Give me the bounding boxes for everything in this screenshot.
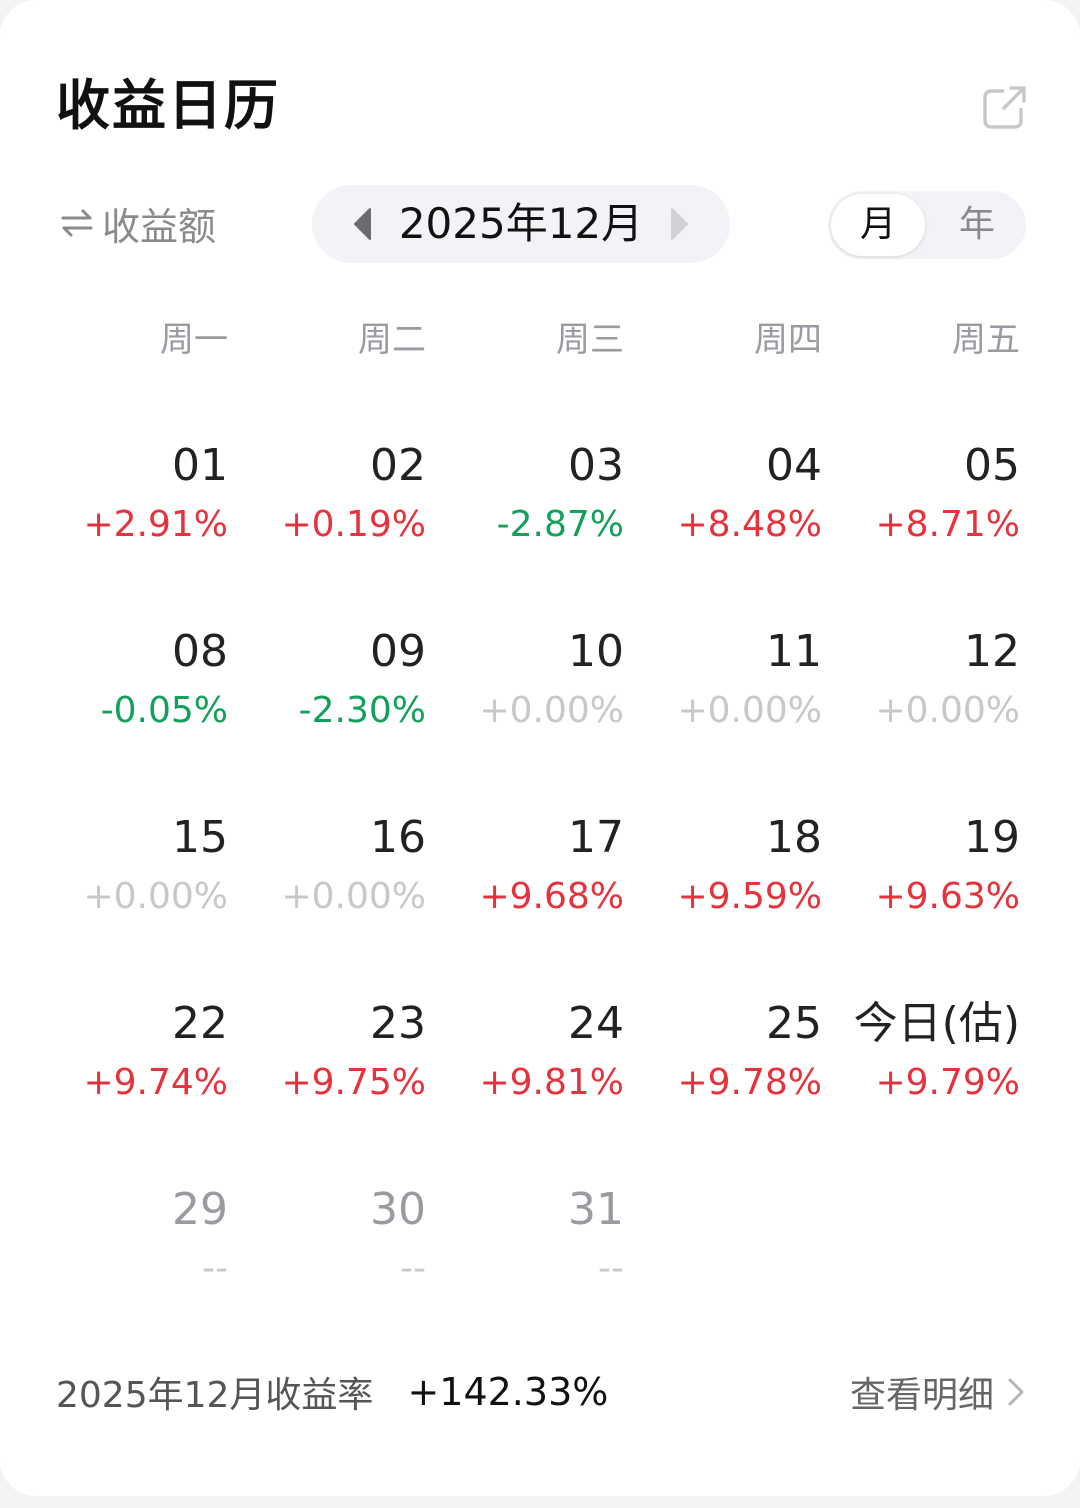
day-number: 10 — [568, 626, 624, 677]
day-number-today: 今日(估) — [853, 998, 1020, 1049]
day-return: +0.00% — [677, 690, 822, 731]
calendar-day-cell[interactable]: 01 +2.91% — [58, 438, 228, 578]
day-number: 02 — [370, 440, 426, 491]
day-number: 18 — [766, 812, 822, 863]
prev-month-button[interactable] — [345, 204, 379, 244]
day-number: 22 — [172, 998, 228, 1049]
day-return: -2.30% — [298, 690, 426, 731]
chevron-right-icon — [1008, 1378, 1024, 1406]
calendar-day-cell[interactable]: 11 +0.00% — [652, 624, 822, 764]
day-return: +2.91% — [83, 504, 228, 545]
day-return: +9.75% — [281, 1062, 426, 1103]
day-return: +9.59% — [677, 876, 822, 917]
calendar-day-cell[interactable]: 05 +8.71% — [850, 438, 1020, 578]
day-number: 17 — [568, 812, 624, 863]
day-return: +0.00% — [281, 876, 426, 917]
day-number: 11 — [766, 626, 822, 677]
calendar-day-cell[interactable]: 16 +0.00% — [256, 810, 426, 950]
calendar-day-cell[interactable]: 08 -0.05% — [58, 624, 228, 764]
day-return: +0.19% — [281, 504, 426, 545]
day-return: +9.78% — [677, 1062, 822, 1103]
day-number: 04 — [766, 440, 822, 491]
calendar-day-cell[interactable]: 29 -- — [58, 1182, 228, 1322]
monthly-return-label: 2025年12月收益率 — [56, 1375, 374, 1416]
day-number: 05 — [964, 440, 1020, 491]
calendar-day-cell[interactable]: 30 -- — [256, 1182, 426, 1322]
calendar-day-cell[interactable]: 15 +0.00% — [58, 810, 228, 950]
day-return: +9.74% — [83, 1062, 228, 1103]
weekday-header-wed: 周三 — [556, 320, 624, 360]
swap-arrows-icon — [61, 209, 93, 237]
triangle-left-icon — [353, 208, 371, 240]
weekday-header-thu: 周四 — [754, 320, 822, 360]
calendar-day-cell[interactable]: 12 +0.00% — [850, 624, 1020, 764]
day-return: +9.63% — [875, 876, 1020, 917]
calendar-day-cell[interactable]: 22 +9.74% — [58, 996, 228, 1136]
weekday-header-mon: 周一 — [160, 320, 228, 360]
calendar-day-cell-today[interactable]: 今日(估) +9.79% — [850, 996, 1020, 1136]
day-return: -0.05% — [100, 690, 228, 731]
weekday-header-tue: 周二 — [358, 320, 426, 360]
day-number: 29 — [172, 1184, 228, 1235]
day-return: +0.00% — [83, 876, 228, 917]
calendar-day-cell[interactable]: 09 -2.30% — [256, 624, 426, 764]
day-return: +0.00% — [479, 690, 624, 731]
day-number: 01 — [172, 440, 228, 491]
page-title: 收益日历 — [56, 74, 280, 137]
share-external-icon[interactable] — [982, 84, 1028, 130]
current-month-label[interactable]: 2025年12月 — [399, 185, 643, 263]
day-number: 24 — [568, 998, 624, 1049]
day-return: +9.79% — [875, 1062, 1020, 1103]
day-number: 25 — [766, 998, 822, 1049]
period-switch: 月 年 — [828, 191, 1026, 259]
day-number: 16 — [370, 812, 426, 863]
calendar-day-cell[interactable]: 03 -2.87% — [454, 438, 624, 578]
day-number: 23 — [370, 998, 426, 1049]
next-month-button[interactable] — [663, 204, 697, 244]
day-number: 12 — [964, 626, 1020, 677]
day-return: -- — [202, 1248, 228, 1289]
day-return: +8.71% — [875, 504, 1020, 545]
day-number: 30 — [370, 1184, 426, 1235]
day-number: 08 — [172, 626, 228, 677]
calendar-day-cell[interactable]: 24 +9.81% — [454, 996, 624, 1136]
calendar-day-cell[interactable]: 31 -- — [454, 1182, 624, 1322]
day-return: +8.48% — [677, 504, 822, 545]
day-return: -- — [400, 1248, 426, 1289]
weekday-header-fri: 周五 — [952, 320, 1020, 360]
calendar-day-cell[interactable]: 25 +9.78% — [652, 996, 822, 1136]
day-return: +0.00% — [875, 690, 1020, 731]
day-number: 15 — [172, 812, 228, 863]
calendar-day-cell[interactable]: 04 +8.48% — [652, 438, 822, 578]
day-number: 09 — [370, 626, 426, 677]
day-return: +9.68% — [479, 876, 624, 917]
monthly-return-value: +142.33% — [407, 1370, 609, 1414]
calendar-day-cell[interactable]: 18 +9.59% — [652, 810, 822, 950]
day-number: 19 — [964, 812, 1020, 863]
metric-toggle-label: 收益额 — [102, 204, 217, 249]
day-return: +9.81% — [479, 1062, 624, 1103]
day-number: 31 — [568, 1184, 624, 1235]
monthly-return-summary: 2025年12月收益率 +142.33% — [56, 1366, 608, 1418]
calendar-day-cell[interactable]: 02 +0.19% — [256, 438, 426, 578]
calendar-day-cell[interactable]: 23 +9.75% — [256, 996, 426, 1136]
view-details-label: 查看明细 — [849, 1375, 994, 1416]
day-number: 03 — [568, 440, 624, 491]
triangle-right-icon — [671, 208, 689, 240]
calendar-day-cell[interactable]: 19 +9.63% — [850, 810, 1020, 950]
period-year-tab[interactable]: 年 — [932, 191, 1022, 259]
day-return: -2.87% — [496, 504, 624, 545]
view-details-link[interactable]: 查看明细 — [850, 1366, 1026, 1418]
month-navigator: 2025年12月 — [312, 185, 730, 263]
metric-toggle-button[interactable]: 收益额 — [60, 196, 216, 250]
calendar-day-cell[interactable]: 10 +0.00% — [454, 624, 624, 764]
period-month-tab[interactable]: 月 — [831, 194, 925, 256]
calendar-day-cell[interactable]: 17 +9.68% — [454, 810, 624, 950]
profit-calendar-card: 收益日历 收益额 2025年12月 月 年 周一 周二 周三 周四 周五 01 … — [0, 0, 1080, 1496]
day-return: -- — [598, 1248, 624, 1289]
